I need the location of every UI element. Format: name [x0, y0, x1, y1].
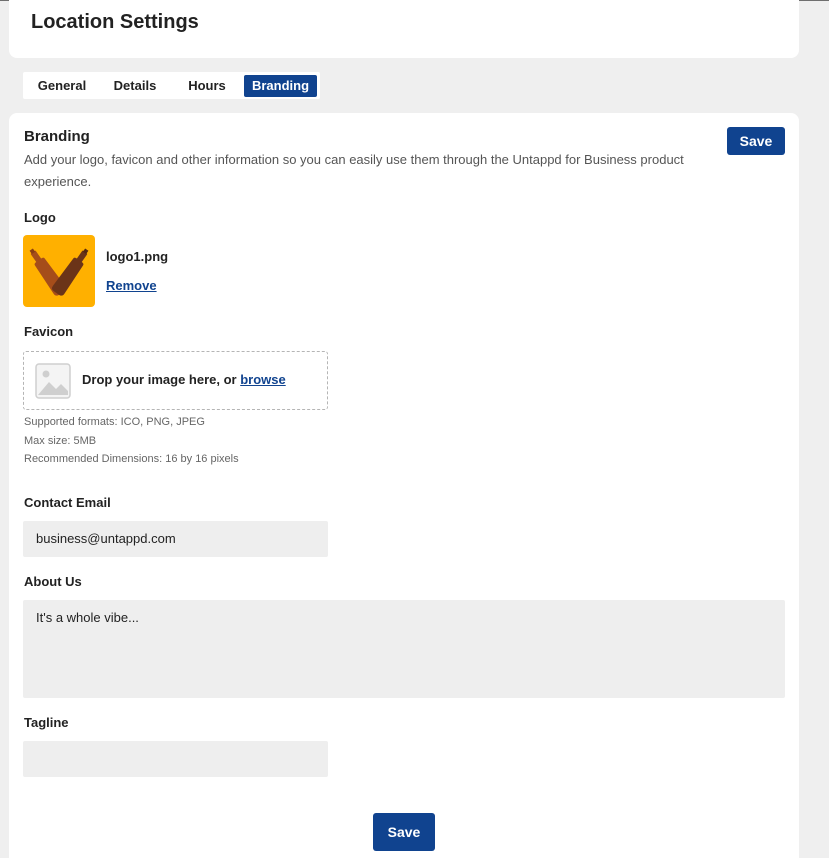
favicon-formats-hint: Supported formats: ICO, PNG, JPEG — [24, 416, 205, 428]
dropzone-prompt: Drop your image here, or — [82, 372, 241, 387]
favicon-size-hint: Max size: 5MB — [24, 435, 97, 447]
page-title: Location Settings — [31, 11, 199, 33]
logo-filename: logo1.png — [106, 249, 169, 264]
tab-details[interactable]: Details — [108, 75, 162, 97]
about-us-textarea[interactable]: It's a whole vibe... — [23, 600, 785, 698]
header-card: Location Settings — [9, 0, 799, 58]
section-description: Add your logo, favicon and other informa… — [24, 152, 684, 189]
logo-label: Logo — [24, 210, 56, 225]
tagline-input[interactable] — [23, 741, 328, 777]
image-placeholder-icon — [35, 363, 71, 399]
remove-logo-link[interactable]: Remove — [106, 278, 157, 293]
contact-email-input[interactable]: business@untappd.com — [23, 521, 328, 557]
branding-card: Branding Add your logo, favicon and othe… — [9, 113, 799, 858]
logo-preview — [23, 235, 95, 307]
favicon-dropzone[interactable]: Drop your image here, or browse — [23, 351, 328, 410]
tab-branding[interactable]: Branding — [244, 75, 317, 97]
favicon-label: Favicon — [24, 324, 74, 339]
dropzone-text: Drop your image here, or browse — [82, 372, 286, 387]
browse-link[interactable]: browse — [240, 372, 286, 387]
beer-bottles-icon — [29, 248, 89, 296]
section-title: Branding — [24, 128, 90, 145]
tab-general[interactable]: General — [32, 75, 92, 97]
tagline-label: Tagline — [24, 715, 69, 730]
about-us-label: About Us — [24, 574, 82, 589]
tab-hours[interactable]: Hours — [183, 75, 231, 97]
contact-email-label: Contact Email — [24, 495, 111, 510]
save-button-top[interactable]: Save — [727, 127, 785, 155]
tab-bar: General Details Hours Branding — [23, 72, 320, 99]
favicon-dimensions-hint: Recommended Dimensions: 16 by 16 pixels — [24, 453, 239, 465]
save-button-bottom[interactable]: Save — [373, 813, 435, 851]
